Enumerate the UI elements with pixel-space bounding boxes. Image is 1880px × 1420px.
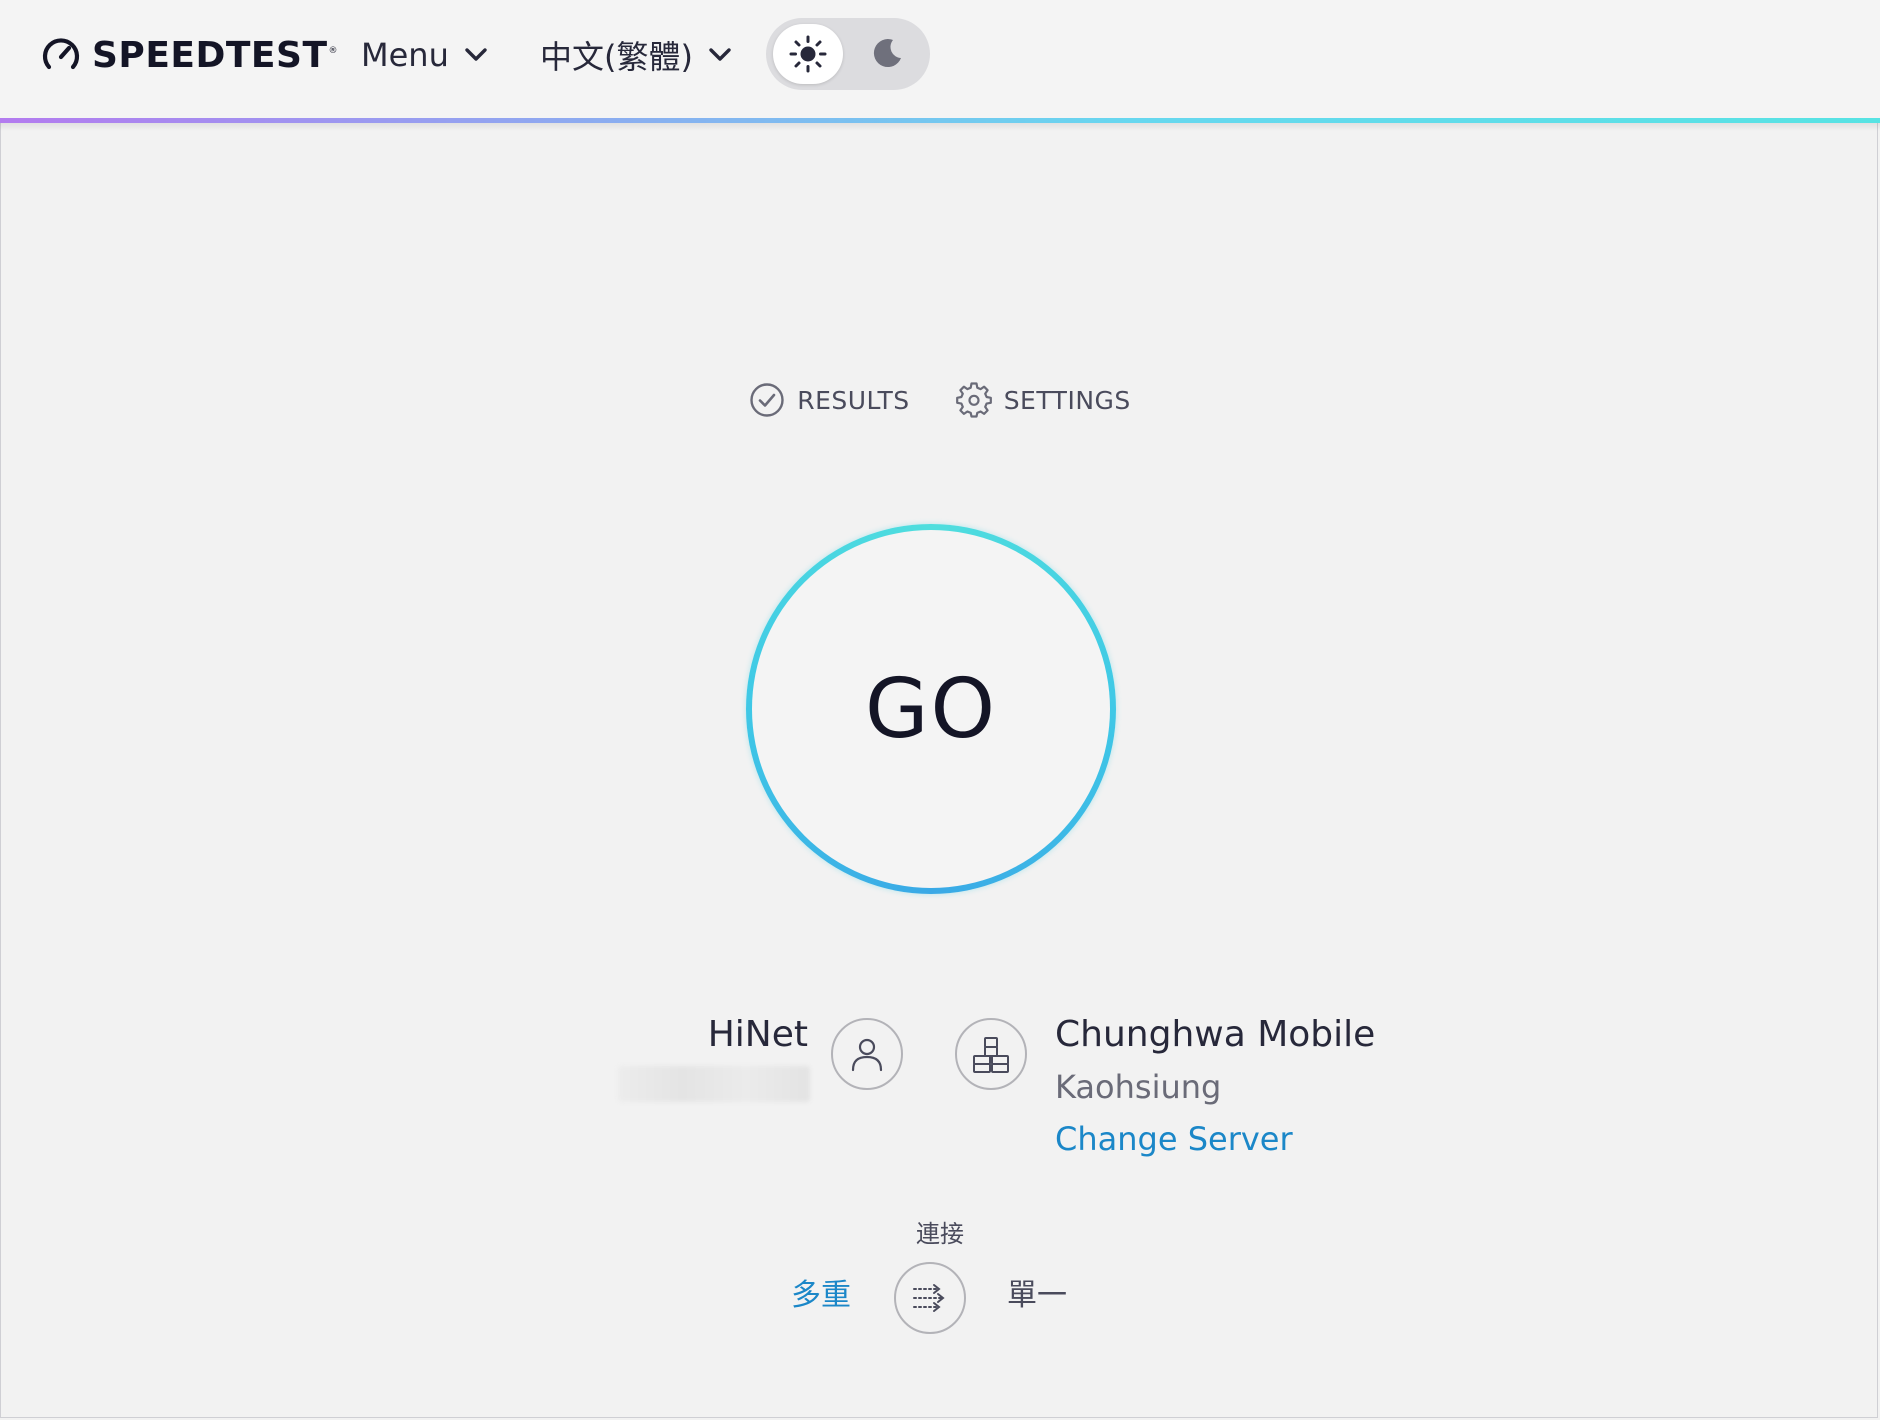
user-icon-circle: [831, 1018, 903, 1090]
server-icon: [973, 1037, 1009, 1073]
isp-name: HiNet: [707, 1014, 808, 1055]
connections-toggle[interactable]: [894, 1262, 966, 1334]
connections-single-option[interactable]: 單一: [1007, 1270, 1067, 1314]
chevron-down-icon: [465, 48, 487, 61]
results-link[interactable]: RESULTS: [749, 380, 909, 420]
menu-dropdown[interactable]: Menu: [361, 31, 489, 79]
check-circle-icon: [750, 383, 784, 417]
chevron-down-icon: [709, 48, 731, 61]
theme-toggle: [766, 18, 930, 90]
settings-link[interactable]: SETTINGS: [955, 380, 1131, 420]
moon-icon: [873, 39, 901, 68]
light-theme-button[interactable]: [773, 24, 843, 84]
language-label: 中文(繁體): [540, 38, 693, 76]
user-icon: [851, 1038, 883, 1072]
dark-theme-button[interactable]: [852, 24, 922, 84]
gear-icon: [955, 382, 992, 418]
change-server-link[interactable]: Change Server: [1055, 1120, 1293, 1158]
results-label: RESULTS: [797, 385, 910, 415]
connections-label: 連接: [916, 1220, 964, 1248]
speedometer-icon: [42, 38, 80, 70]
test-tabs: RESULTS SETTINGS: [0, 380, 1880, 420]
logo-trademark: ®: [328, 46, 338, 56]
speedtest-logo[interactable]: SPEEDTEST ®: [40, 31, 338, 79]
server-name: Chunghwa Mobile: [1055, 1014, 1376, 1055]
language-dropdown[interactable]: 中文(繁體): [540, 31, 733, 79]
top-header: SPEEDTEST ® Menu 中文(繁體): [0, 0, 1880, 119]
settings-label: SETTINGS: [1003, 385, 1131, 415]
header-shadow: [0, 123, 1880, 131]
server-icon-circle[interactable]: [955, 1018, 1027, 1090]
go-button[interactable]: GO: [752, 530, 1110, 888]
multi-connection-icon: [913, 1284, 945, 1312]
server-location: Kaohsiung: [1055, 1068, 1222, 1106]
menu-label: Menu: [361, 36, 449, 74]
isp-ip-redacted: [618, 1066, 810, 1102]
sun-icon: [789, 35, 827, 73]
connections-multi-option[interactable]: 多重: [791, 1270, 851, 1314]
logo-text: SPEEDTEST: [92, 34, 328, 76]
